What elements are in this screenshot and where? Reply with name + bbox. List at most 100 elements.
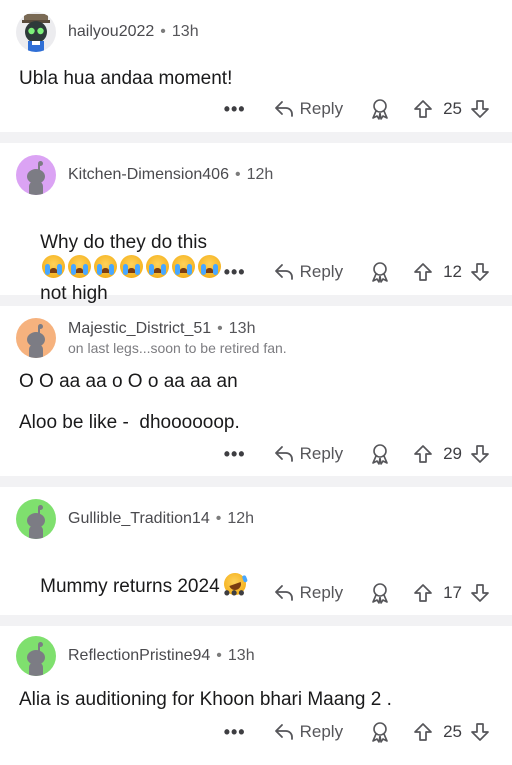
reply-label: Reply [299,99,344,118]
comment-body: Alia is auditioning for Khoon bhari Maan… [19,689,392,710]
avatar[interactable] [16,636,56,676]
separator-dot: • [217,320,223,337]
reply-button[interactable]: Reply [274,262,343,282]
timestamp: 13h [228,320,256,337]
comment-actions: ••• Reply 29 [224,443,490,465]
username[interactable]: Gullible_Tradition14 [68,510,210,528]
award-icon [372,444,388,465]
award-button[interactable] [369,443,391,465]
upvote-arrow-icon[interactable] [413,722,433,742]
award-button[interactable] [369,582,391,604]
comment-card: Majestic_District_51 • 13h on last legs.… [0,306,512,476]
comment-actions: ••• Reply 25 [224,98,490,120]
reply-button[interactable]: Reply [274,444,343,464]
downvote-arrow-icon[interactable] [470,722,490,742]
downvote-arrow-icon[interactable] [470,262,490,282]
award-button[interactable] [369,721,391,743]
separator-dot: • [234,166,241,183]
vote-count: 12 [443,262,462,281]
avatar[interactable] [16,318,56,358]
reply-arrow-icon [274,585,293,601]
timestamp: 13h [227,647,255,664]
username[interactable]: Kitchen-Dimension406 [68,166,229,184]
vote-count: 17 [443,583,462,602]
vote-control: 25 [413,722,490,742]
downvote-arrow-icon[interactable] [470,444,490,464]
downvote-arrow-icon[interactable] [470,99,490,119]
crying-face-icon [68,255,92,278]
more-options-button[interactable]: ••• [224,584,246,602]
reply-arrow-icon [274,101,293,117]
avatar[interactable] [16,12,56,52]
vote-control: 29 [413,444,490,464]
crying-face-icon [198,255,222,278]
reply-label: Reply [299,583,344,602]
downvote-arrow-icon[interactable] [470,583,490,603]
comment-body: O O aa aa o O o aa aa an [19,371,238,392]
timestamp: 13h [171,23,199,40]
username[interactable]: hailyou2022 [68,23,154,41]
comment-text: Why do they do this [40,232,207,253]
reply-button[interactable]: Reply [274,99,343,119]
upvote-arrow-icon[interactable] [413,444,433,464]
comment-header: Kitchen-Dimension406 • 12h [16,155,273,195]
reply-arrow-icon [274,724,293,740]
vote-control: 17 [413,583,490,603]
more-options-button[interactable]: ••• [224,445,246,463]
reply-label: Reply [299,444,344,463]
comment-card: Gullible_Tradition14 • 12h Mummy returns… [0,487,512,615]
username[interactable]: Majestic_District_51 [68,320,211,338]
avatar[interactable] [16,155,56,195]
comment-actions: ••• Reply 12 [224,261,490,283]
reply-label: Reply [299,722,344,741]
vote-control: 25 [413,99,490,119]
award-icon [372,583,388,604]
comment-body: Ubla hua andaa moment! [19,68,233,89]
comment-header: ReflectionPristine94 • 13h [16,636,255,676]
comment-actions: ••• Reply 25 [224,721,490,743]
more-options-button[interactable]: ••• [224,100,246,118]
comment-header: Majestic_District_51 • 13h on last legs.… [16,318,287,358]
separator-dot: • [216,647,222,664]
comment-meta: ReflectionPristine94 • 13h [68,647,255,665]
comment-meta: Majestic_District_51 • 13h on last legs.… [68,320,287,356]
crying-face-icon [42,255,66,278]
crying-face-icon [172,255,196,278]
comment-meta: Kitchen-Dimension406 • 12h [68,166,273,184]
upvote-arrow-icon[interactable] [413,99,433,119]
reply-button[interactable]: Reply [274,583,343,603]
username[interactable]: ReflectionPristine94 [68,647,210,665]
vote-count: 29 [443,444,462,463]
avatar[interactable] [16,499,56,539]
vote-count: 25 [443,722,462,741]
crying-emoji-group [42,255,222,278]
comment-text: Mummy returns 2024 [40,576,220,597]
reply-button[interactable]: Reply [274,722,343,742]
upvote-arrow-icon[interactable] [413,262,433,282]
award-icon [372,722,388,743]
timestamp: 12h [227,510,255,527]
timestamp: 12h [246,166,274,183]
comment-card: hailyou2022 • 13h Ubla hua andaa moment!… [0,0,512,132]
separator-dot: • [215,510,222,527]
comment-meta: hailyou2022 • 13h [68,23,199,41]
reply-arrow-icon [274,264,293,280]
user-flair: on last legs...soon to be retired fan. [68,340,287,356]
comment-card: Kitchen-Dimension406 • 12h Why do they d… [0,143,512,352]
comment-meta: Gullible_Tradition14 • 12h [68,510,254,528]
vote-control: 12 [413,262,490,282]
vote-count: 25 [443,99,462,118]
crying-face-icon [146,255,170,278]
award-button[interactable] [369,261,391,283]
robot-avatar-icon [22,14,50,52]
upvote-arrow-icon[interactable] [413,583,433,603]
comment-header: Gullible_Tradition14 • 12h [16,499,254,539]
crying-face-icon [94,255,118,278]
comment-body: Aloo be like - dhoooooop. [19,412,240,433]
award-icon [372,262,388,283]
comment-text: not high [40,283,108,304]
reply-label: Reply [299,262,344,281]
award-button[interactable] [369,98,391,120]
more-options-button[interactable]: ••• [224,723,246,741]
more-options-button[interactable]: ••• [224,263,246,281]
